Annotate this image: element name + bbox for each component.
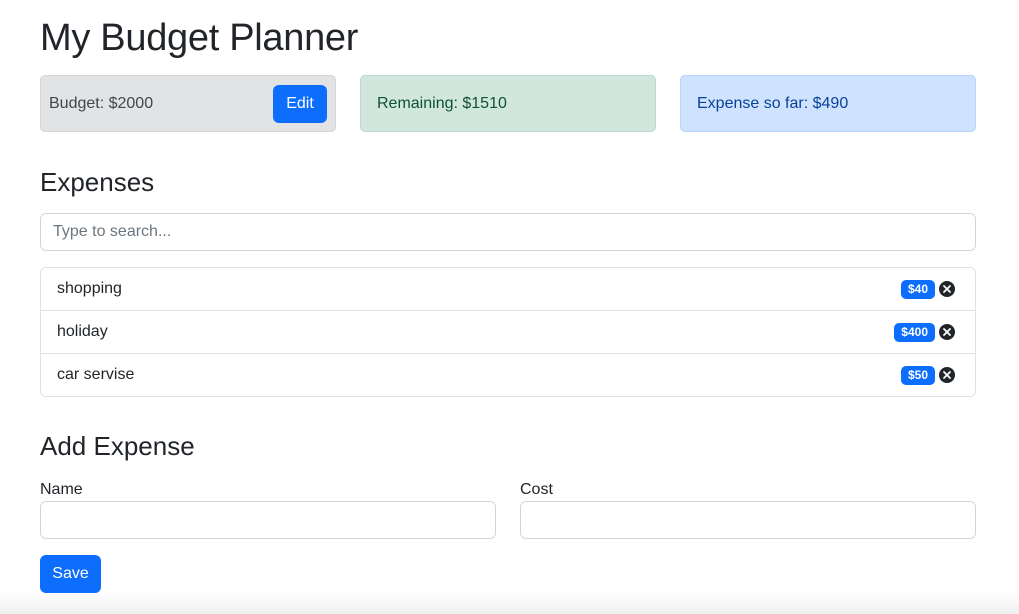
page-title: My Budget Planner	[40, 17, 359, 59]
close-circle-icon[interactable]	[939, 367, 955, 383]
budget-app: My Budget Planner Budget: $2000 Edit Rem…	[0, 0, 1019, 614]
remaining-text: Remaining: $1510	[377, 94, 507, 112]
list-item: shopping $40	[41, 268, 975, 311]
spent-card: Expense so far: $490	[680, 75, 976, 132]
expense-name: car servise	[57, 366, 135, 383]
expense-list: shopping $40 holiday $400 car servise $5…	[40, 267, 976, 397]
expense-cost-badge: $50	[900, 365, 935, 385]
budget-card: Budget: $2000 Edit	[40, 75, 336, 132]
expense-name: holiday	[57, 323, 108, 340]
expense-name: shopping	[57, 280, 122, 297]
search-input[interactable]	[40, 213, 976, 251]
name-label: Name	[40, 481, 83, 498]
list-item: car servise $50	[41, 354, 975, 396]
expense-cost-badge: $400	[894, 322, 935, 342]
add-expense-heading: Add Expense	[40, 431, 195, 461]
remaining-card: Remaining: $1510	[360, 75, 656, 132]
spent-text: Expense so far: $490	[697, 94, 849, 112]
list-item: holiday $400	[41, 311, 975, 354]
save-button[interactable]: Save	[40, 555, 101, 593]
summary-cards: Budget: $2000 Edit Remaining: $1510 Expe…	[40, 75, 976, 132]
close-circle-icon[interactable]	[939, 281, 955, 297]
edit-budget-button[interactable]: Edit	[273, 84, 327, 123]
expense-cost-badge: $40	[900, 279, 935, 299]
bottom-fade	[0, 592, 1019, 614]
cost-label: Cost	[520, 481, 553, 498]
name-field[interactable]	[40, 501, 496, 539]
close-circle-icon[interactable]	[939, 324, 955, 340]
expenses-heading: Expenses	[40, 167, 155, 197]
budget-text: Budget: $2000	[49, 94, 154, 112]
cost-field[interactable]	[520, 501, 976, 539]
